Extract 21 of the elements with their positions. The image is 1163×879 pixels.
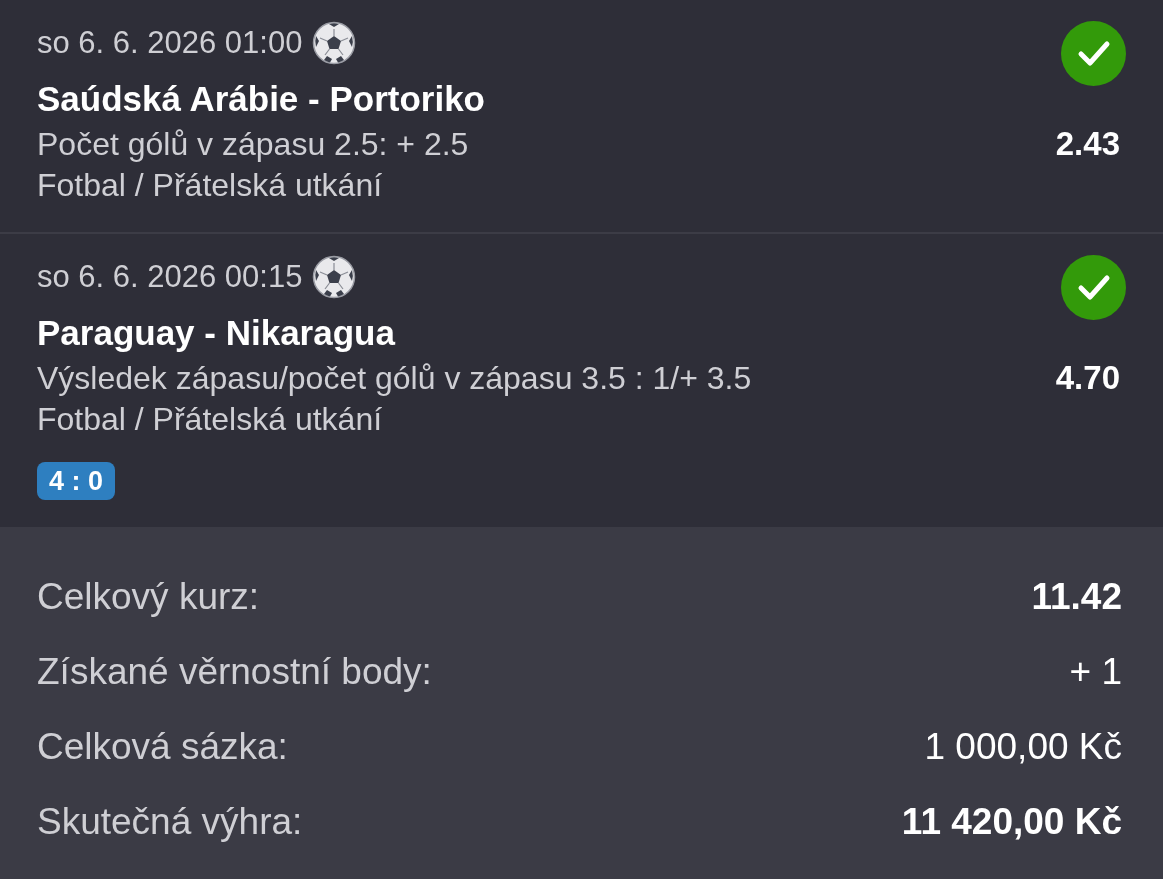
bet-market: Výsledek zápasu/počet gólů v zápasu 3.5 : 1/+ 3.5 bbox=[37, 359, 752, 398]
match-title: Saúdská Arábie - Portoriko bbox=[37, 79, 485, 119]
summary-value: 11 420,00 Kč bbox=[901, 800, 1122, 843]
summary-value: + 1 bbox=[1069, 650, 1122, 693]
summary-label: Získané věrnostní body: bbox=[37, 650, 432, 693]
soccer-ball-icon bbox=[312, 21, 357, 65]
summary-value: 11.42 bbox=[1031, 575, 1122, 618]
summary-value: 1 000,00 Kč bbox=[924, 725, 1122, 768]
odds-value: 4.70 bbox=[1055, 358, 1120, 398]
soccer-ball-icon bbox=[312, 255, 357, 299]
bet-market: Počet gólů v zápasu 2.5: + 2.5 bbox=[37, 125, 470, 164]
sport-category: Fotbal / Přátelská utkání bbox=[37, 400, 384, 439]
match-datetime: so 6. 6. 2026 00:15 bbox=[37, 259, 303, 295]
odds-value: 2.43 bbox=[1055, 124, 1120, 164]
summary-label: Skutečná výhra: bbox=[37, 800, 303, 843]
summary-label: Celková sázka: bbox=[37, 725, 288, 768]
sport-category: Fotbal / Přátelská utkání bbox=[37, 166, 384, 205]
score-badge: 4 : 0 bbox=[37, 462, 116, 500]
match-title: Paraguay - Nikaragua bbox=[37, 313, 397, 353]
match-datetime: so 6. 6. 2026 01:00 bbox=[37, 25, 303, 61]
summary-label: Celkový kurz: bbox=[37, 575, 260, 618]
